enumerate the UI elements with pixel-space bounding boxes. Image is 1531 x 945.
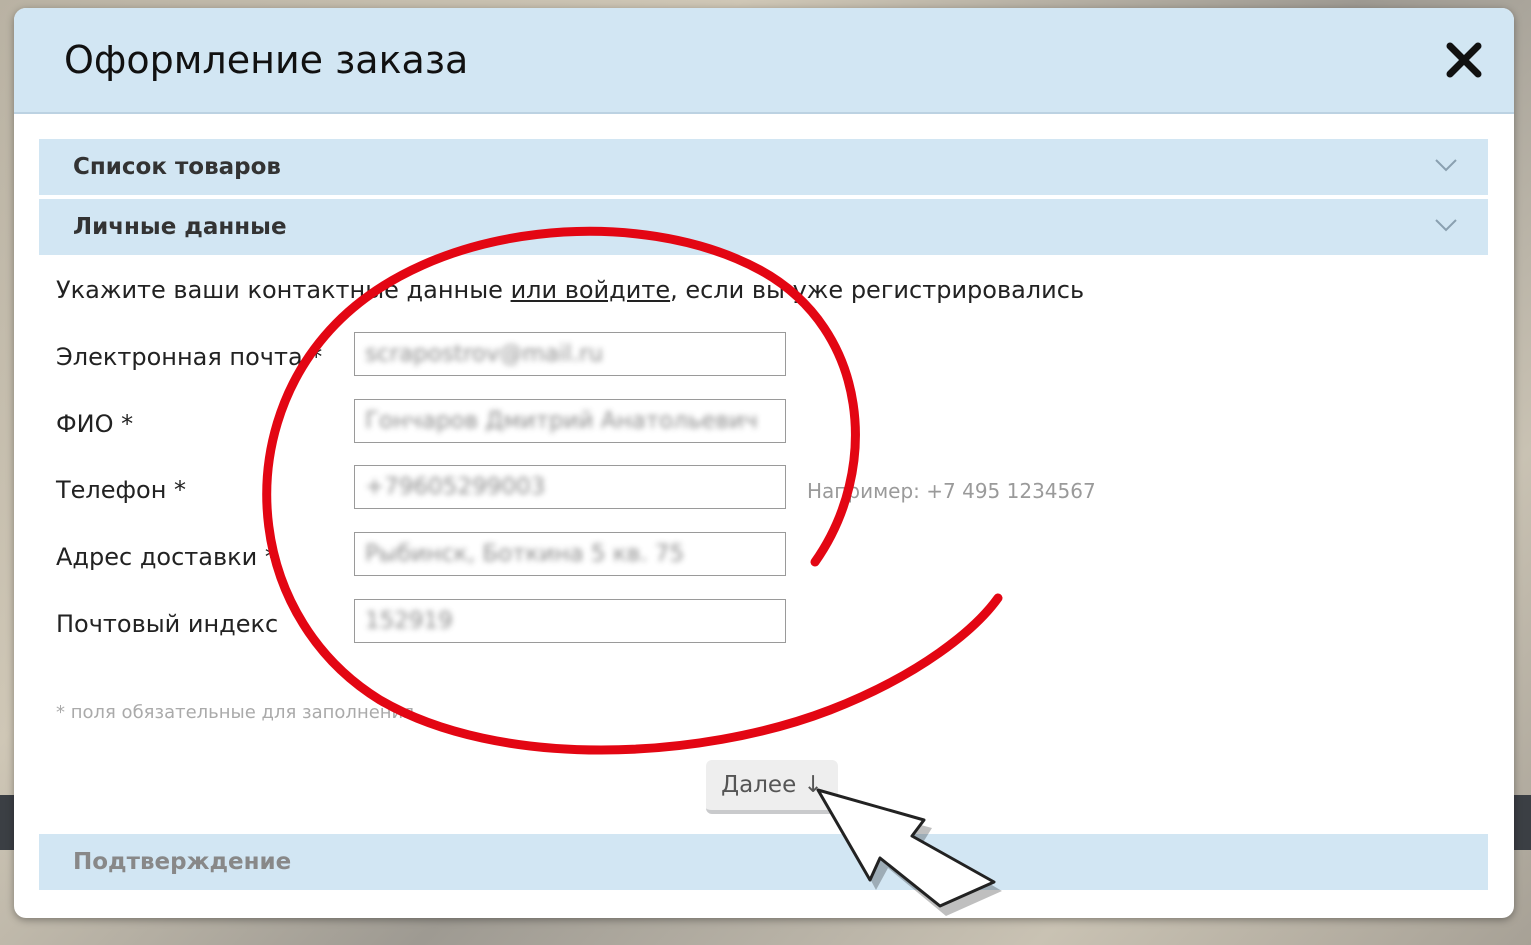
login-link[interactable]: или войдите	[511, 276, 671, 304]
intro-after: , если вы уже регистрировались	[670, 276, 1085, 304]
zip-label: Почтовый индекс	[56, 610, 279, 638]
email-value: scrapostrov@mail.ru	[365, 341, 604, 367]
modal-header: Оформление заказа	[14, 8, 1514, 114]
intro-text: Укажите ваши контактные данные или войди…	[56, 276, 1084, 304]
phone-label: Телефон *	[56, 476, 187, 504]
address-field[interactable]: Рыбинск, Боткина 5 кв. 75	[354, 532, 786, 576]
name-label: ФИО *	[56, 410, 134, 438]
address-value: Рыбинск, Боткина 5 кв. 75	[365, 541, 685, 567]
section-personal[interactable]: Личные данные	[39, 199, 1488, 255]
section-confirmation-label: Подтверждение	[73, 849, 292, 875]
phone-field[interactable]: +79605299003	[354, 465, 786, 509]
checkout-modal: Оформление заказа Список товаров Личные …	[14, 8, 1514, 918]
address-label: Адрес доставки *	[56, 543, 277, 571]
email-label: Электронная почта *	[56, 343, 323, 371]
chevron-down-icon	[1435, 219, 1457, 232]
section-products[interactable]: Список товаров	[39, 139, 1488, 195]
close-button[interactable]	[1444, 40, 1484, 80]
phone-hint: Например: +7 495 1234567	[807, 479, 1096, 503]
zip-field[interactable]: 152919	[354, 599, 786, 643]
close-icon	[1446, 42, 1482, 78]
section-products-label: Список товаров	[73, 154, 281, 180]
zip-value: 152919	[365, 608, 453, 634]
name-value: Гончаров Дмитрий Анатольевич	[365, 408, 758, 434]
section-confirmation[interactable]: Подтверждение	[39, 834, 1488, 890]
name-field[interactable]: Гончаров Дмитрий Анатольевич	[354, 399, 786, 443]
phone-value: +79605299003	[365, 474, 546, 500]
chevron-down-icon	[1435, 159, 1457, 172]
section-personal-label: Личные данные	[73, 214, 287, 240]
next-button[interactable]: Далее ↓	[706, 760, 838, 814]
required-note: * поля обязательные для заполнения	[56, 702, 415, 723]
intro-before: Укажите ваши контактные данные	[56, 276, 511, 304]
email-field[interactable]: scrapostrov@mail.ru	[354, 332, 786, 376]
modal-title: Оформление заказа	[64, 38, 469, 82]
